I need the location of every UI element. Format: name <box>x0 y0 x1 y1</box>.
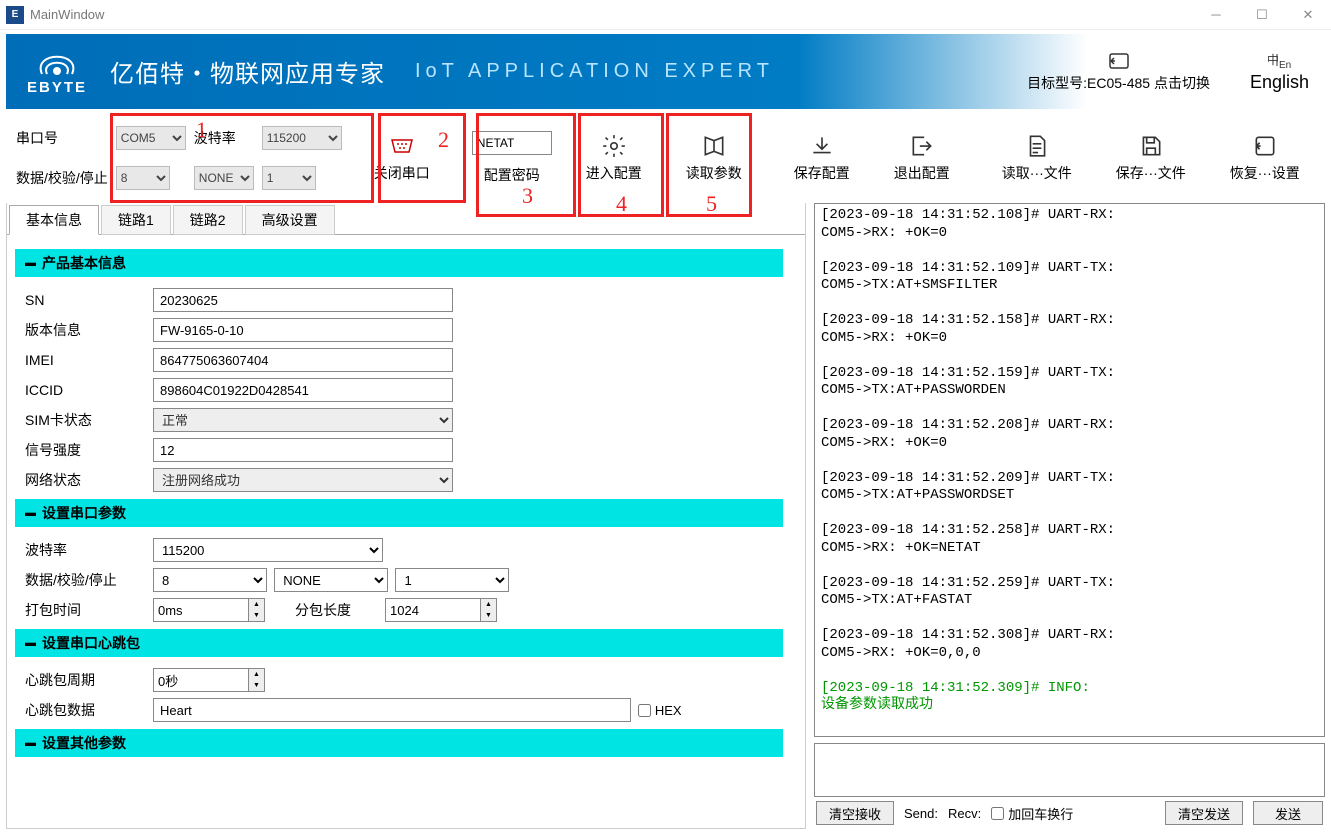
form-scroll[interactable]: 产品基本信息 SN 版本信息 IMEI ICCID SIM卡状态正常 信号强度 … <box>7 235 805 828</box>
config-password-label: 配置密码 <box>484 165 540 185</box>
save-config-button[interactable]: 保存配置 <box>784 127 860 189</box>
serial-port-icon <box>388 133 416 159</box>
hb-data-input[interactable] <box>153 698 631 722</box>
u-parity-select[interactable]: NONE <box>274 568 388 592</box>
port-label: 串口号 <box>16 128 79 148</box>
u-dcp-label: 数据/校验/停止 <box>25 570 153 590</box>
titlebar: E MainWindow ─ ☐ ✕ <box>0 0 1331 30</box>
parity-select[interactable]: NONE <box>194 166 254 190</box>
bottom-bar: 清空接收 Send: Recv: 加回车换行 清空发送 发送 <box>814 797 1325 829</box>
sig-label: 信号强度 <box>25 440 153 460</box>
pack-time-label: 打包时间 <box>25 600 153 620</box>
clear-rx-button[interactable]: 清空接收 <box>816 801 894 825</box>
u-stop-select[interactable]: 1 <box>395 568 509 592</box>
language-icon: 中En <box>1265 50 1293 70</box>
tab-advanced[interactable]: 高级设置 <box>245 205 335 235</box>
left-panel: 基本信息 链路1 链路2 高级设置 产品基本信息 SN 版本信息 IMEI IC… <box>6 203 806 829</box>
signal-input[interactable] <box>153 438 453 462</box>
app-logo-icon: E <box>6 6 24 24</box>
tabs: 基本信息 链路1 链路2 高级设置 <box>7 203 805 235</box>
send-button[interactable]: 发送 <box>1253 801 1323 825</box>
banner: EBYTE 亿佰特・物联网应用专家 IoT APPLICATION EXPERT… <box>6 34 1325 109</box>
read-params-button[interactable]: 读取参数 <box>676 127 752 189</box>
crlf-checkbox-label[interactable]: 加回车换行 <box>991 804 1073 823</box>
window-title: MainWindow <box>30 7 1193 22</box>
stopbits-select[interactable]: 1 <box>262 166 316 190</box>
net-status-select[interactable]: 注册网络成功 <box>153 468 453 492</box>
restore-icon <box>1251 133 1279 159</box>
recv-count-label: Recv: <box>948 806 981 821</box>
switch-icon <box>1105 51 1133 71</box>
section-other: 设置其他参数 <box>15 729 783 757</box>
maximize-button[interactable]: ☐ <box>1239 0 1285 30</box>
save-file-button[interactable]: 保存···文件 <box>1106 127 1196 189</box>
restore-button[interactable]: 恢复···设置 <box>1220 127 1310 189</box>
exit-icon <box>908 133 936 159</box>
u-baud-label: 波特率 <box>25 540 153 560</box>
net-label: 网络状态 <box>25 470 153 490</box>
sim-label: SIM卡状态 <box>25 410 153 430</box>
download-icon <box>808 133 836 159</box>
tab-link2[interactable]: 链路2 <box>173 205 243 235</box>
imei-label: IMEI <box>25 352 153 368</box>
u-baud-select[interactable]: 115200 <box>153 538 383 562</box>
language-button[interactable]: 中En English <box>1250 50 1309 93</box>
hex-checkbox[interactable] <box>638 704 651 717</box>
pack-len-label: 分包长度 <box>295 600 385 620</box>
hb-period-label: 心跳包周期 <box>25 670 153 690</box>
close-button[interactable]: ✕ <box>1285 0 1331 30</box>
slogan-cn: 亿佰特・物联网应用专家 <box>110 54 385 89</box>
send-textarea[interactable] <box>814 743 1325 797</box>
ver-input[interactable] <box>153 318 453 342</box>
slogan-en: IoT APPLICATION EXPERT <box>415 60 774 83</box>
book-icon <box>700 133 728 159</box>
target-model-button[interactable]: 目标型号:EC05-485 点击切换 <box>1027 51 1210 93</box>
iccid-label: ICCID <box>25 382 153 398</box>
file-read-icon <box>1023 133 1051 159</box>
clear-tx-button[interactable]: 清空发送 <box>1165 801 1243 825</box>
minimize-button[interactable]: ─ <box>1193 0 1239 30</box>
sim-status-select[interactable]: 正常 <box>153 408 453 432</box>
baud-label: 波特率 <box>194 128 254 148</box>
toolbar: 串口号 COM5 波特率 115200 数据/校验/停止 8 NONE 1 关闭… <box>6 113 1325 203</box>
ver-label: 版本信息 <box>25 320 153 340</box>
config-password-input[interactable] <box>472 131 552 155</box>
port-select[interactable]: COM5 <box>116 126 186 150</box>
log-textarea[interactable]: [2023-09-18 14:31:52.108]# UART-RX:COM5-… <box>814 203 1325 737</box>
svg-text:En: En <box>1279 60 1291 70</box>
tab-basic-info[interactable]: 基本信息 <box>9 205 99 235</box>
ebyte-logo: EBYTE <box>22 47 92 96</box>
close-port-button[interactable]: 关闭串口 <box>364 127 440 189</box>
section-heartbeat: 设置串口心跳包 <box>15 629 783 657</box>
iccid-input[interactable] <box>153 378 453 402</box>
hb-period-spinner[interactable]: ▲▼ <box>153 668 265 692</box>
read-file-button[interactable]: 读取···文件 <box>992 127 1082 189</box>
sn-input[interactable] <box>153 288 453 312</box>
tab-link1[interactable]: 链路1 <box>101 205 171 235</box>
exit-config-button[interactable]: 退出配置 <box>884 127 960 189</box>
section-uart-params: 设置串口参数 <box>15 499 783 527</box>
databits-select[interactable]: 8 <box>116 166 170 190</box>
baud-select[interactable]: 115200 <box>262 126 342 150</box>
u-data-select[interactable]: 8 <box>153 568 267 592</box>
dcp-label: 数据/校验/停止 <box>16 168 108 188</box>
send-count-label: Send: <box>904 806 938 821</box>
crlf-checkbox[interactable] <box>991 807 1004 820</box>
section-product-info: 产品基本信息 <box>15 249 783 277</box>
gear-icon <box>600 133 628 159</box>
sn-label: SN <box>25 292 153 308</box>
enter-config-button[interactable]: 进入配置 <box>576 127 652 189</box>
pack-len-spinner[interactable]: ▲▼ <box>385 598 497 622</box>
hex-label: HEX <box>655 703 682 718</box>
right-panel: [2023-09-18 14:31:52.108]# UART-RX:COM5-… <box>814 203 1325 829</box>
serial-settings-group: 串口号 COM5 波特率 115200 数据/校验/停止 8 NONE 1 <box>6 113 352 203</box>
pack-time-spinner[interactable]: ▲▼ <box>153 598 265 622</box>
imei-input[interactable] <box>153 348 453 372</box>
hb-data-label: 心跳包数据 <box>25 700 153 720</box>
floppy-icon <box>1137 133 1165 159</box>
